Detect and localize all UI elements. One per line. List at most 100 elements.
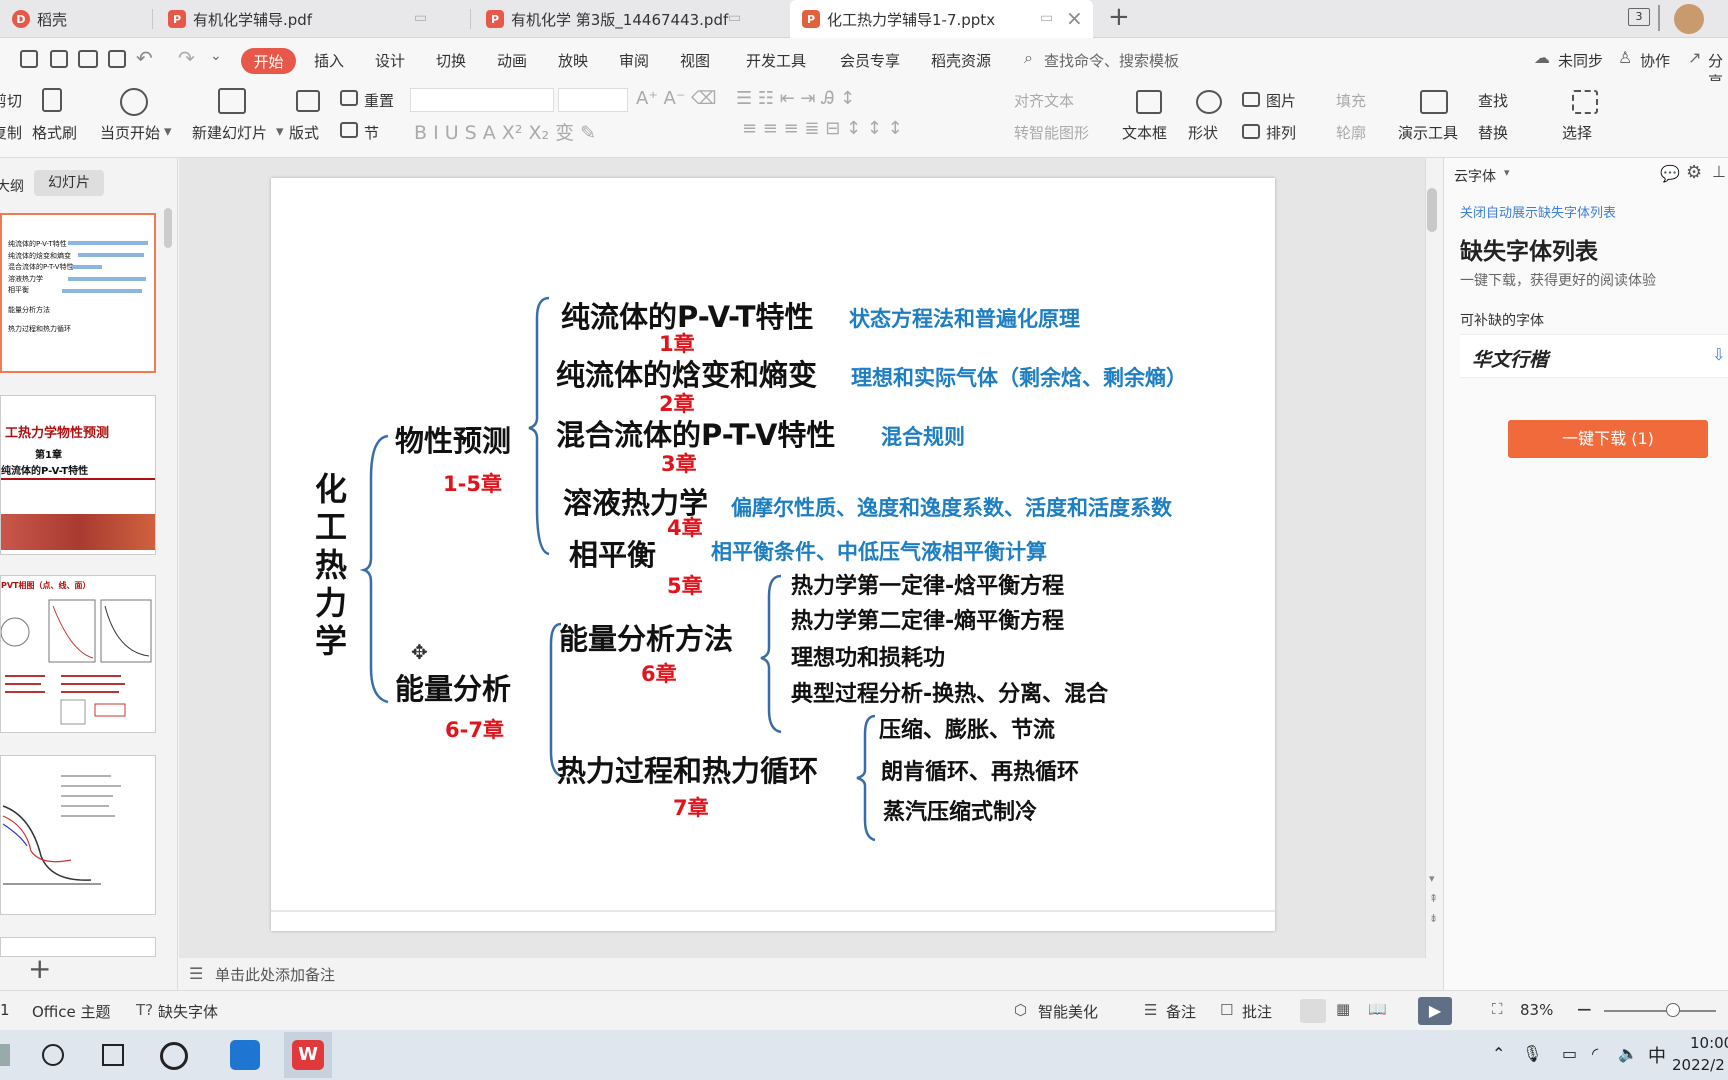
chat-icon[interactable]: 💬 (1660, 164, 1680, 183)
new-tab-icon[interactable]: + (1108, 2, 1130, 32)
chevron-down-icon[interactable]: ⌄ (210, 48, 222, 64)
tray-chevron-icon[interactable]: ⌃ (1492, 1044, 1505, 1063)
menu-view[interactable]: 视图 (680, 50, 710, 71)
tab-pdf-2[interactable]: P 有机化学 第3版_14467443.pdf ▭ (474, 0, 782, 38)
grid-view-icon[interactable]: ▦ (1336, 1000, 1350, 1018)
window-icon[interactable]: ▭ (414, 10, 427, 26)
battery-icon[interactable]: ▭ (1562, 1044, 1577, 1063)
app-icon[interactable] (160, 1042, 188, 1070)
slide-thumbnail-5[interactable] (0, 937, 156, 957)
slide-thumbnail-2[interactable]: 工热力学物性预测 第1章 纯流体的P-V-T特性 (0, 395, 156, 555)
menu-start[interactable]: 开始 (241, 48, 296, 74)
ime-indicator[interactable]: 中 (1648, 1042, 1666, 1068)
font-list-item[interactable]: 华文行楷 ⇩ (1460, 334, 1728, 378)
task-view-icon[interactable] (102, 1044, 124, 1066)
clock-date[interactable]: 2022/2 (1672, 1056, 1725, 1074)
cortana-icon[interactable] (42, 1044, 64, 1066)
gear-icon[interactable]: ⚙ (1686, 162, 1702, 183)
font-style-icons[interactable]: B I U S A X² X₂ 变 ✎ (414, 118, 596, 145)
app-icon[interactable] (230, 1040, 260, 1070)
slides-tab[interactable]: 幻灯片 (34, 170, 104, 196)
arrange-button[interactable]: 排列 (1266, 122, 1296, 143)
slide[interactable]: 化工热力学 物性预测 1-5章 能量分析 6-7章 纯流体的P-V-T特性 1章… (271, 178, 1275, 931)
pin-icon[interactable]: ⊥ (1712, 162, 1726, 181)
shape-button[interactable]: 形状 (1188, 122, 1218, 143)
window-icon[interactable]: ▭ (728, 10, 741, 26)
font-grow-icon[interactable]: A⁺ A⁻ ⌫ (636, 88, 717, 109)
avatar[interactable] (1674, 4, 1704, 34)
wifi-icon[interactable]: ◜ (1592, 1044, 1598, 1063)
window-count-badge[interactable]: 3 (1628, 8, 1650, 26)
from-current-button[interactable]: 当页开始 (100, 122, 160, 143)
play-slideshow-button[interactable]: ▶ (1418, 997, 1452, 1025)
menu-developer[interactable]: 开发工具 (746, 50, 806, 71)
comment-button[interactable]: 批注 (1242, 1001, 1272, 1022)
layout-button[interactable]: 版式 (289, 122, 319, 143)
menu-review[interactable]: 审阅 (619, 50, 649, 71)
add-slide-icon[interactable]: + (28, 952, 51, 985)
one-click-download-button[interactable]: 一键下载 (1) (1508, 420, 1708, 458)
zoom-level[interactable]: 83% (1520, 1001, 1553, 1019)
replace-button[interactable]: 替换 (1478, 122, 1508, 143)
textbox-button[interactable]: 文本框 (1122, 122, 1167, 143)
section-button[interactable]: 节 (364, 122, 379, 143)
print-preview-icon[interactable] (108, 50, 126, 68)
volume-icon[interactable]: 🔈 (1618, 1044, 1638, 1063)
menu-member[interactable]: 会员专享 (840, 50, 900, 71)
menu-slideshow[interactable]: 放映 (558, 50, 588, 71)
tab-pdf-1[interactable]: P 有机化学辅导.pdf ▭ (156, 0, 462, 38)
prev-page-icon[interactable]: ⇞ (1429, 892, 1438, 905)
align-text-button[interactable]: 对齐文本 (1014, 90, 1074, 111)
format-painter-button[interactable]: 格式刷 (32, 122, 77, 143)
clock-time[interactable]: 10:00 (1690, 1034, 1728, 1052)
window-icon[interactable]: ▭ (1040, 10, 1053, 26)
close-icon[interactable]: × (1066, 6, 1083, 30)
scrollbar[interactable] (164, 208, 172, 248)
smart-beautify-button[interactable]: 智能美化 (1038, 1001, 1098, 1022)
find-button[interactable]: 查找 (1478, 90, 1508, 111)
notes-toggle-button[interactable]: 备注 (1166, 1001, 1196, 1022)
picture-button[interactable]: 图片 (1266, 90, 1296, 111)
normal-view-icon[interactable] (1300, 999, 1326, 1023)
menu-transition[interactable]: 切换 (436, 50, 466, 71)
tab-daoke[interactable]: D 稻壳 (0, 0, 150, 38)
outline-button[interactable]: 轮廓 (1336, 122, 1366, 143)
fill-button[interactable]: 填充 (1336, 90, 1366, 111)
reset-button[interactable]: 重置 (364, 90, 394, 111)
fit-window-icon[interactable]: ⛶ (1492, 1000, 1503, 1018)
list-icons[interactable]: ☰ ☷ ⇤ ⇥ Ꭿ ↕ (736, 88, 855, 109)
slide-thumbnail-1[interactable]: 纯流体的P-V-T特性 纯流体的焓变和熵变 混合流体的P-T-V特性 溶液热力学… (0, 213, 156, 373)
theme-label[interactable]: Office 主题 (32, 1001, 111, 1022)
menu-resources[interactable]: 稻壳资源 (931, 50, 991, 71)
zoom-slider-thumb[interactable] (1666, 1003, 1680, 1017)
close-auto-show-link[interactable]: 关闭自动展示缺失字体列表 (1460, 202, 1616, 221)
collaborate-button[interactable]: 协作 (1640, 50, 1670, 71)
missing-font-button[interactable]: 缺失字体 (158, 1001, 218, 1022)
smart-shape-button[interactable]: 转智能图形 (1014, 122, 1089, 143)
menu-insert[interactable]: 插入 (314, 50, 344, 71)
new-slide-button[interactable]: 新建幻灯片 (192, 122, 267, 143)
present-tools-button[interactable]: 演示工具 (1398, 122, 1458, 143)
notes-placeholder[interactable]: 单击此处添加备注 (215, 964, 335, 985)
command-search[interactable]: 查找命令、搜索模板 (1044, 50, 1179, 71)
menu-animation[interactable]: 动画 (497, 50, 527, 71)
start-button[interactable] (0, 1044, 10, 1066)
zoom-out-icon[interactable]: − (1576, 997, 1593, 1021)
font-family-select[interactable] (410, 88, 554, 112)
print-icon[interactable] (78, 50, 98, 68)
copy-button[interactable]: 复制 (0, 122, 22, 143)
microphone-icon[interactable]: 🎙 (1522, 1044, 1542, 1063)
outline-tab[interactable]: 大纲 (0, 176, 24, 196)
menu-design[interactable]: 设计 (375, 50, 405, 71)
undo-icon[interactable]: ↶ (136, 46, 153, 70)
scroll-down-icon[interactable]: ▾ (1429, 872, 1435, 885)
font-size-select[interactable] (558, 88, 628, 112)
save-icon[interactable] (20, 50, 38, 68)
tab-pptx-active[interactable]: P 化工热力学辅导1-7.pptx ▭ × (790, 0, 1093, 38)
download-icon[interactable]: ⇩ (1712, 345, 1725, 364)
redo-icon[interactable]: ↷ (178, 46, 195, 70)
next-page-icon[interactable]: ⇟ (1429, 912, 1438, 925)
export-pdf-icon[interactable] (50, 50, 68, 68)
vertical-scrollbar[interactable] (1427, 188, 1437, 232)
reading-view-icon[interactable]: 📖 (1368, 1000, 1387, 1018)
